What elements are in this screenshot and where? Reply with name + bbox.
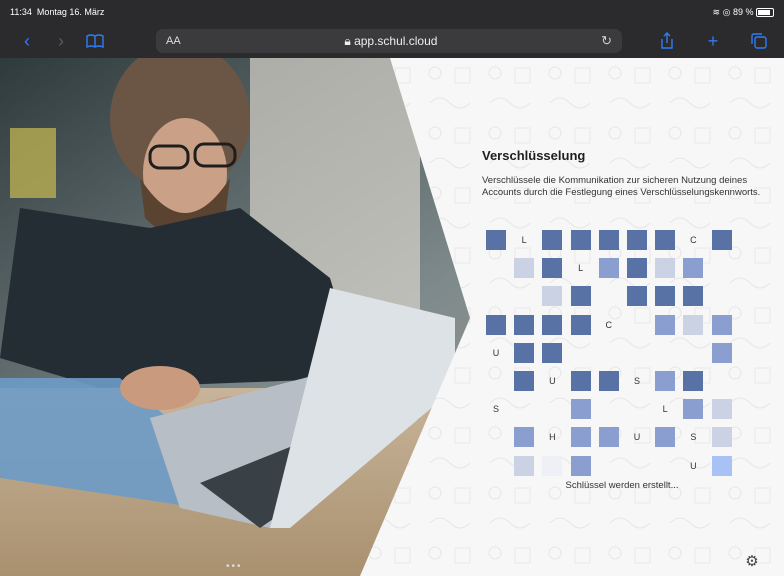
key-cell	[598, 427, 619, 448]
address-bar[interactable]: AA 🔒︎ app.schul.cloud ↻	[156, 29, 622, 53]
key-letter: S	[492, 404, 499, 415]
key-cell	[570, 399, 591, 420]
key-letter: L	[578, 263, 584, 274]
plus-icon: +	[707, 30, 719, 51]
share-button[interactable]	[650, 24, 684, 58]
key-cell	[627, 230, 647, 250]
key-cell	[711, 342, 732, 363]
key-letter: S	[633, 376, 640, 386]
status-time-date: 11:34 Montag 16. März	[10, 7, 104, 17]
status-right: ≋ ◎ 89 %	[713, 7, 774, 18]
chevron-right-icon: ›	[58, 30, 64, 51]
key-cell	[514, 427, 535, 448]
key-generation-grid: L C L C U U S S L H U S U	[486, 230, 746, 476]
key-cell	[655, 258, 676, 279]
location-icon: ◎	[722, 6, 731, 17]
page-dots: •••	[226, 561, 243, 572]
tabs-icon	[751, 33, 767, 49]
key-cell	[683, 371, 704, 391]
key-letter: U	[633, 432, 641, 443]
key-cell	[711, 399, 732, 420]
key-cell	[514, 258, 535, 279]
url-text: 🔒︎ app.schul.cloud	[181, 34, 601, 49]
url-value: app.schul.cloud	[354, 33, 438, 48]
forward-button[interactable]: ›	[44, 24, 78, 58]
key-cell	[570, 427, 591, 448]
ios-status-bar: 11:34 Montag 16. März ≋ ◎ 89 %	[0, 0, 784, 24]
key-cell	[711, 455, 732, 476]
key-cell	[514, 314, 535, 335]
key-cell	[486, 314, 506, 335]
key-cell	[570, 286, 591, 307]
key-cell	[655, 371, 676, 391]
battery-icon	[756, 7, 774, 17]
key-cell	[627, 258, 647, 279]
key-letter: L	[521, 235, 527, 245]
page-content: Verschlüsselung Verschlüssele die Kommun…	[0, 58, 784, 576]
gear-icon[interactable]: ⚙	[744, 554, 760, 570]
toolbar-right: +	[650, 24, 776, 58]
key-cell	[514, 455, 535, 476]
key-letter: C	[605, 319, 613, 330]
key-letter: C	[690, 235, 697, 245]
key-cell	[711, 314, 732, 335]
key-cell	[598, 230, 619, 250]
key-letter: S	[690, 432, 697, 443]
book-icon	[86, 34, 104, 48]
key-cell	[683, 258, 704, 279]
key-cell	[711, 427, 732, 448]
key-cell	[542, 230, 563, 250]
key-cell	[683, 286, 704, 307]
key-cell	[542, 286, 563, 307]
status-time: 11:34	[10, 7, 32, 17]
key-cell	[514, 371, 535, 391]
wifi-icon: ≋	[712, 6, 721, 17]
key-cell	[655, 286, 676, 307]
key-cell	[655, 314, 676, 335]
key-cell	[542, 258, 563, 279]
battery-percent: 89 %	[732, 6, 754, 17]
key-letter: H	[549, 432, 556, 443]
tabs-button[interactable]	[742, 24, 776, 58]
lock-icon: 🔒︎	[344, 33, 351, 48]
reader-aa-button[interactable]: AA	[166, 35, 181, 47]
key-letter: U	[492, 347, 500, 358]
chevron-left-icon: ‹	[24, 30, 30, 51]
reload-icon[interactable]: ↻	[601, 33, 612, 49]
key-cell	[711, 230, 732, 250]
key-cell	[570, 314, 591, 335]
key-letter: U	[690, 460, 697, 471]
key-cell	[570, 230, 591, 250]
back-button[interactable]: ‹	[10, 24, 44, 58]
key-cell	[627, 286, 647, 307]
key-cell	[542, 455, 563, 476]
key-cell	[570, 371, 591, 391]
bookmarks-button[interactable]	[78, 24, 112, 58]
key-cell	[514, 342, 535, 363]
key-status-text: Schlüssel werden erstellt...	[565, 480, 679, 491]
key-cell	[683, 314, 704, 335]
encryption-panel: Verschlüsselung Verschlüssele die Kommun…	[482, 148, 772, 199]
key-cell	[486, 230, 506, 250]
key-cell	[598, 258, 619, 279]
key-letter: L	[662, 404, 668, 415]
status-date: Montag 16. März	[36, 7, 105, 17]
key-cell	[655, 427, 676, 448]
panel-description: Verschlüssele die Kommunikation zur sich…	[482, 175, 761, 198]
browser-toolbar: ‹ › AA 🔒︎ app.schul.cloud ↻ +	[0, 24, 784, 58]
key-cell	[542, 342, 563, 363]
key-cell	[542, 314, 563, 335]
key-cell	[570, 455, 591, 476]
key-cell	[598, 371, 619, 391]
key-letter: U	[549, 376, 556, 386]
key-cell	[655, 230, 676, 250]
panel-title: Verschlüsselung	[482, 148, 586, 163]
share-icon	[661, 32, 673, 49]
key-cell	[683, 399, 704, 420]
new-tab-button[interactable]: +	[696, 24, 730, 58]
